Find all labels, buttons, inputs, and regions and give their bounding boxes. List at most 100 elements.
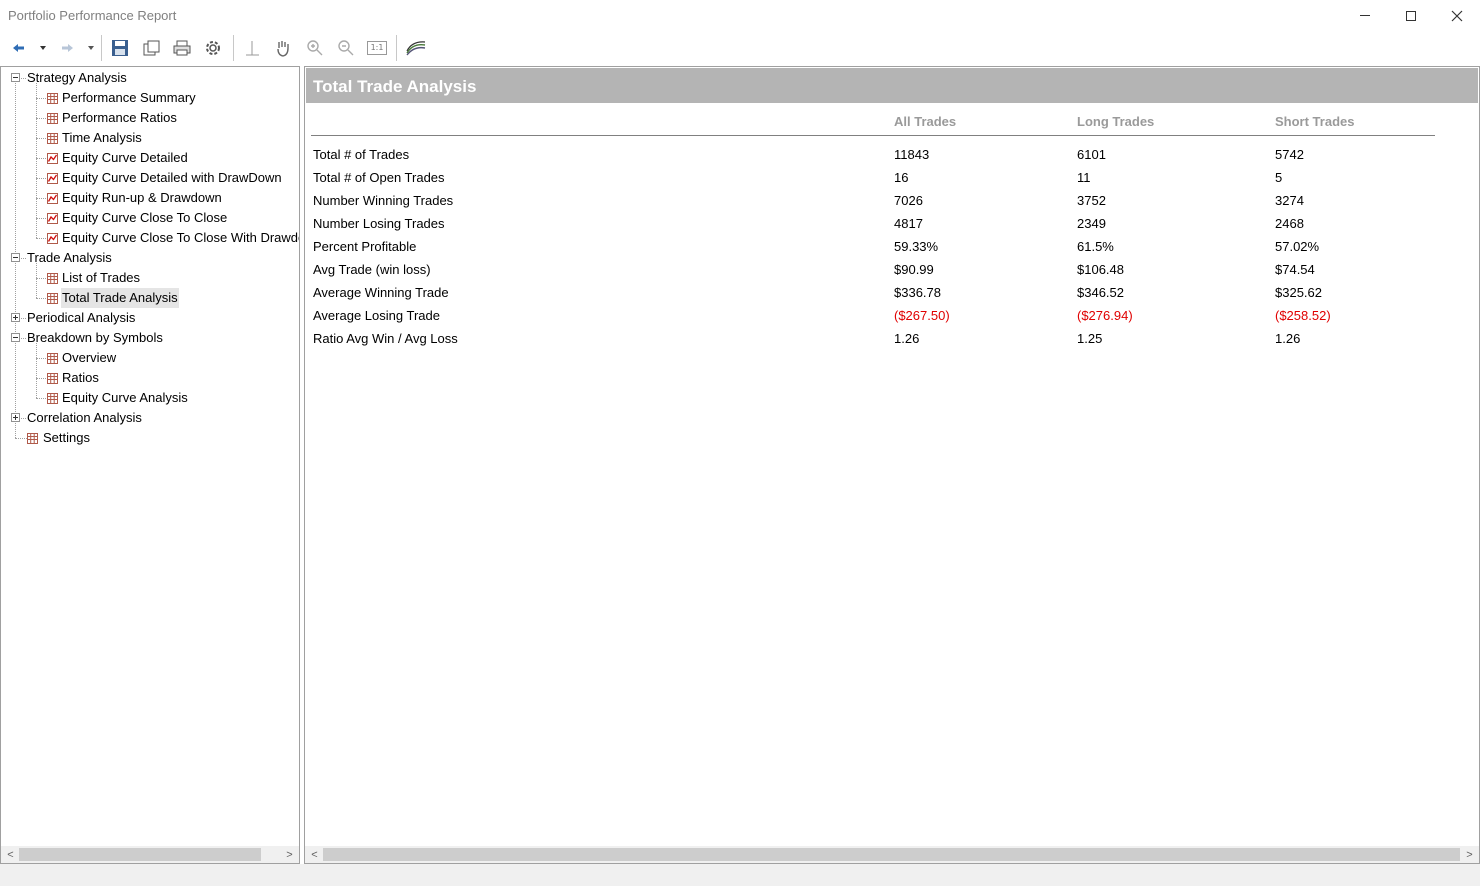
tree-horizontal-scrollbar[interactable]: < > xyxy=(1,846,299,863)
tree-item-equity-curve-analysis[interactable]: Equity Curve Analysis xyxy=(61,388,189,408)
tree-item-label: Strategy Analysis xyxy=(27,70,127,85)
scrollbar-thumb[interactable] xyxy=(19,848,261,861)
tree-item-label: List of Trades xyxy=(62,270,141,285)
row-value: 61.5% xyxy=(1077,239,1114,254)
tree-item-correlation-analysis[interactable]: Correlation Analysis xyxy=(26,408,143,428)
tree-item-performance-ratios[interactable]: Performance Ratios xyxy=(61,108,178,128)
actual-size-button[interactable]: 1:1 xyxy=(364,36,390,60)
tree-item-equity-curve-detailed-with-drawdown[interactable]: Equity Curve Detailed with DrawDown xyxy=(61,168,283,188)
tree-expander-icon[interactable] xyxy=(11,333,20,342)
row-value: $325.62 xyxy=(1275,285,1322,300)
table-icon xyxy=(47,353,58,364)
crosshair-button[interactable] xyxy=(240,36,264,60)
forward-button[interactable] xyxy=(56,36,78,60)
zoom-in-button[interactable] xyxy=(303,36,327,60)
chart-icon xyxy=(47,233,58,244)
gear-icon xyxy=(206,41,220,55)
tree-item-periodical-analysis[interactable]: Periodical Analysis xyxy=(26,308,136,328)
row-value: 1.25 xyxy=(1077,331,1103,346)
tree-line xyxy=(36,83,37,238)
scroll-left-arrow-icon[interactable]: < xyxy=(306,846,323,863)
tree-item-settings[interactable]: Settings xyxy=(42,428,91,448)
row-label: Average Winning Trade xyxy=(313,285,449,300)
chart-style-button[interactable] xyxy=(403,36,429,60)
report-horizontal-scrollbar[interactable]: < > xyxy=(305,846,1479,863)
tree-item-label: Equity Curve Detailed xyxy=(62,150,188,165)
forward-dropdown-button[interactable] xyxy=(84,36,98,60)
tree-item-label: Time Analysis xyxy=(62,130,142,145)
tree-line xyxy=(36,278,46,279)
row-value: ($258.52) xyxy=(1275,308,1331,323)
tree-item-list-of-trades[interactable]: List of Trades xyxy=(61,268,141,288)
scrollbar-thumb[interactable] xyxy=(323,848,1460,861)
row-label: Avg Trade (win loss) xyxy=(313,262,431,277)
tree-item-trade-analysis[interactable]: Trade Analysis xyxy=(26,248,113,268)
row-value: 11843 xyxy=(894,147,930,162)
tree-expander-icon[interactable] xyxy=(11,73,20,82)
arrow-right-icon xyxy=(62,44,73,52)
tree-item-overview[interactable]: Overview xyxy=(61,348,117,368)
table-icon xyxy=(47,273,58,284)
zoom-out-icon xyxy=(338,40,354,56)
zoom-out-button[interactable] xyxy=(334,36,358,60)
tree-item-label: Equity Curve Close To Close xyxy=(62,210,228,225)
tree-expander-icon[interactable] xyxy=(11,313,20,322)
row-label: Average Losing Trade xyxy=(313,308,440,323)
print-icon xyxy=(173,40,191,56)
scroll-right-arrow-icon[interactable]: > xyxy=(1461,846,1478,863)
close-button[interactable] xyxy=(1434,0,1480,31)
tree-item-label: Total Trade Analysis xyxy=(62,290,178,305)
minimize-button[interactable] xyxy=(1342,0,1388,31)
tree-item-performance-summary[interactable]: Performance Summary xyxy=(61,88,197,108)
tree-line xyxy=(36,358,46,359)
page-setup-button[interactable] xyxy=(140,36,164,60)
row-label: Number Winning Trades xyxy=(313,193,454,208)
row-label: Total # of Open Trades xyxy=(313,170,445,185)
tree-item-time-analysis[interactable]: Time Analysis xyxy=(61,128,143,148)
scroll-left-arrow-icon[interactable]: < xyxy=(2,846,19,863)
tree-item-equity-curve-close-to-close-with-drawdo[interactable]: Equity Curve Close To Close With Drawdo xyxy=(61,228,299,248)
tree-line xyxy=(36,343,37,398)
column-header-long-trades: Long Trades xyxy=(1077,114,1155,129)
tree-expander-icon[interactable] xyxy=(11,253,20,262)
tree-item-equity-run-up-drawdown[interactable]: Equity Run-up & Drawdown xyxy=(61,188,223,208)
row-value: 59.33% xyxy=(894,239,939,254)
print-button[interactable] xyxy=(170,36,194,60)
minus-bar xyxy=(13,257,18,258)
tree-item-label: Settings xyxy=(43,430,90,445)
tree-item-label: Trade Analysis xyxy=(27,250,112,265)
tree-item-ratios[interactable]: Ratios xyxy=(61,368,100,388)
back-button[interactable] xyxy=(8,36,30,60)
report-title: Total Trade Analysis xyxy=(313,77,477,96)
settings-button[interactable] xyxy=(201,36,225,60)
toolbar-separator xyxy=(101,35,102,61)
table-icon xyxy=(47,93,58,104)
row-value: 7026 xyxy=(894,193,923,208)
header-divider xyxy=(311,135,1435,136)
toolbar-separator xyxy=(233,35,234,61)
tree-item-label: Equity Run-up & Drawdown xyxy=(62,190,222,205)
arrow-left-icon xyxy=(13,44,24,52)
row-value: 16 xyxy=(894,170,909,185)
scroll-right-arrow-icon[interactable]: > xyxy=(281,846,298,863)
tree-item-breakdown-by-symbols[interactable]: Breakdown by Symbols xyxy=(26,328,164,348)
chart-icon xyxy=(47,173,58,184)
tree-item-label: Performance Ratios xyxy=(62,110,177,125)
back-dropdown-button[interactable] xyxy=(36,36,50,60)
navigation-panel: Strategy Analysis Performance Summary Perf… xyxy=(0,66,300,864)
save-button[interactable] xyxy=(108,36,132,60)
plus-bar xyxy=(15,415,16,420)
pan-button[interactable] xyxy=(271,36,295,60)
tree-item-total-trade-analysis[interactable]: Total Trade Analysis xyxy=(61,288,179,308)
maximize-button[interactable] xyxy=(1388,0,1434,31)
tree-line xyxy=(15,438,27,439)
row-value: 1.26 xyxy=(894,331,920,346)
minus-bar xyxy=(13,337,18,338)
row-value: 2349 xyxy=(1077,216,1106,231)
plus-bar xyxy=(15,315,16,320)
tree-expander-icon[interactable] xyxy=(11,413,20,422)
tree-item-equity-curve-detailed[interactable]: Equity Curve Detailed xyxy=(61,148,189,168)
chart-lines-icon xyxy=(406,41,426,56)
tree-item-equity-curve-close-to-close[interactable]: Equity Curve Close To Close xyxy=(61,208,228,228)
tree-item-strategy-analysis[interactable]: Strategy Analysis xyxy=(26,68,128,88)
